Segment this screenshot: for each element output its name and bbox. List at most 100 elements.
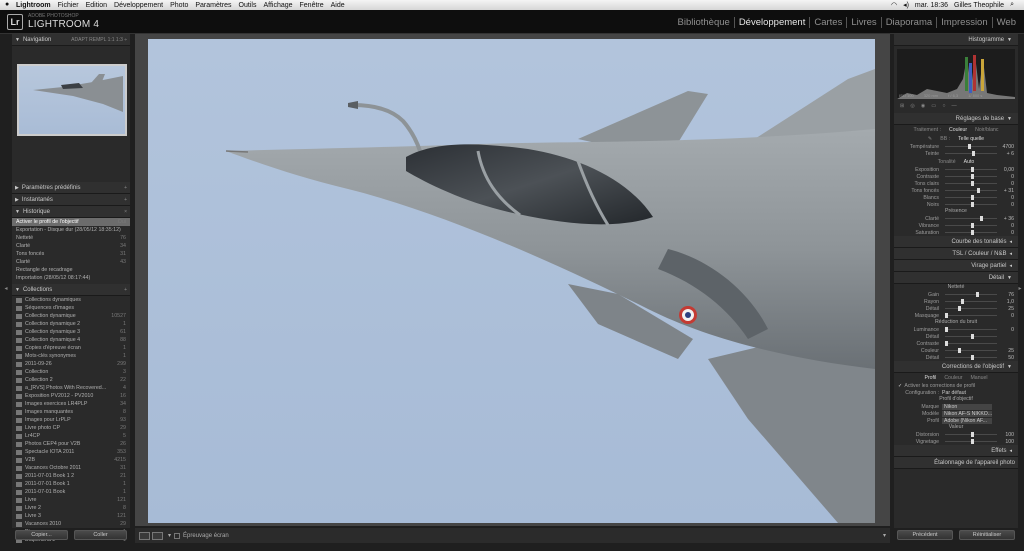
collection-item[interactable]: 2011-09-26 299 [12, 360, 130, 368]
slider-row[interactable]: Teinte + 6 [894, 150, 1018, 157]
menu-photo[interactable]: Photo [170, 2, 188, 9]
slider-track[interactable] [945, 313, 997, 318]
slider-row[interactable]: Rayon 1,0 [894, 298, 1018, 305]
enable-profile-row[interactable]: ✓ Activer les corrections de profil [894, 382, 1018, 389]
collection-item[interactable]: Images pour LrPLP 93 [12, 416, 130, 424]
auto-tone-button[interactable]: Auto [964, 159, 975, 165]
slider-row[interactable]: Température 4700 [894, 143, 1018, 150]
slider-track[interactable] [945, 292, 997, 297]
collection-item[interactable]: 2011-07-01 Book 1 1 [12, 480, 130, 488]
effects-header[interactable]: Effets ◂ [894, 445, 1018, 457]
slider-track[interactable] [945, 151, 997, 156]
slider-value[interactable]: 0 [1000, 195, 1014, 201]
basic-header[interactable]: Réglages de base ▼ [894, 113, 1018, 125]
lens-tab-manual[interactable]: Manuel [970, 375, 987, 381]
menu-develop[interactable]: Développement [114, 2, 163, 9]
slider-value[interactable]: 4700 [1000, 144, 1014, 150]
module-slideshow[interactable]: Diaporama [882, 17, 938, 28]
slider-thumb[interactable] [945, 327, 948, 332]
slider-thumb[interactable] [971, 223, 974, 228]
apple-icon[interactable]: ● [5, 1, 9, 8]
slider-thumb[interactable] [971, 195, 974, 200]
slider-track[interactable] [945, 167, 997, 172]
collection-item[interactable]: Images manquantes 8 [12, 408, 130, 416]
presets-header[interactable]: ▶ Paramètres prédéfinis + [12, 182, 130, 194]
menu-view[interactable]: Affichage [263, 2, 292, 9]
menu-edit[interactable]: Edition [86, 2, 107, 9]
radial-filter-icon[interactable]: ○ [942, 103, 945, 109]
clear-history-icon[interactable]: × [124, 209, 127, 215]
slider-row[interactable]: Détail [894, 333, 1018, 340]
slider-value[interactable]: 0,00 [1000, 167, 1014, 173]
navigator-zoom-options[interactable]: ADAPT REMPL 1:1 1:3 ÷ [71, 37, 127, 43]
slider-row[interactable]: Masquage 0 [894, 312, 1018, 319]
graduated-filter-icon[interactable]: ▭ [931, 103, 936, 109]
slider-row[interactable]: Clarté + 36 [894, 215, 1018, 222]
slider-value[interactable]: 0 [1000, 313, 1014, 319]
add-collection-icon[interactable]: + [124, 287, 127, 293]
redeye-icon[interactable]: ◉ [921, 103, 926, 109]
slider-track[interactable] [945, 341, 997, 346]
collection-item[interactable]: Séquences d'images [12, 304, 130, 312]
treatment-bw[interactable]: Noir/blanc [975, 127, 998, 133]
history-header[interactable]: ▼ Historique × [12, 206, 130, 218]
slider-thumb[interactable] [971, 355, 974, 360]
slider-track[interactable] [945, 223, 997, 228]
module-web[interactable]: Web [993, 17, 1020, 28]
slider-track[interactable] [945, 334, 997, 339]
collection-item[interactable]: Photos CEP4 pour V2B 26 [12, 440, 130, 448]
spotlight-icon[interactable]: ⌕ [1010, 1, 1014, 9]
profile-select[interactable]: Adobe (Nikon AF... [942, 417, 992, 424]
slider-track[interactable] [945, 144, 997, 149]
slider-row[interactable]: Contraste 0 [894, 173, 1018, 180]
slider-track[interactable] [945, 174, 997, 179]
slider-thumb[interactable] [976, 292, 980, 297]
slider-value[interactable]: 0 [1000, 202, 1014, 208]
slider-value[interactable]: 25 [1000, 306, 1014, 312]
history-item[interactable]: Importation (28/05/12 08:17:44) [12, 274, 130, 282]
slider-value[interactable]: 25 [1000, 348, 1014, 354]
enable-profile-checkbox[interactable]: ✓ [898, 383, 902, 389]
slider-row[interactable]: Détail 50 [894, 354, 1018, 361]
loupe-view-icon[interactable] [139, 531, 150, 540]
slider-thumb[interactable] [980, 216, 984, 221]
slider-value[interactable]: + 31 [1000, 188, 1014, 194]
slider-value[interactable]: 100 [1000, 432, 1014, 438]
left-panel-toggle-icon[interactable]: ◂ [2, 285, 10, 292]
lens-tab-profile[interactable]: Profil [924, 375, 936, 381]
history-item[interactable]: Clarté 43 [12, 258, 130, 266]
make-select[interactable]: Nikon [942, 403, 992, 410]
slider-track[interactable] [945, 299, 997, 304]
collection-item[interactable]: Collection 3 [12, 368, 130, 376]
history-item[interactable]: Clarté 34 [12, 242, 130, 250]
loupe-view[interactable] [135, 34, 890, 526]
slider-track[interactable] [945, 348, 997, 353]
slider-track[interactable] [945, 355, 997, 360]
menu-lightroom[interactable]: Lightroom [16, 2, 51, 9]
history-item[interactable]: Tons foncés 31 [12, 250, 130, 258]
slider-thumb[interactable] [971, 432, 974, 437]
menu-file[interactable]: Fichier [58, 2, 79, 9]
soft-proof-checkbox[interactable] [174, 532, 181, 539]
slider-value[interactable]: 76 [1000, 292, 1014, 298]
slider-value[interactable]: 0 [1000, 223, 1014, 229]
slider-track[interactable] [945, 230, 997, 235]
slider-value[interactable]: 0 [1000, 230, 1014, 236]
slider-value[interactable]: 50 [1000, 355, 1014, 361]
slider-thumb[interactable] [977, 188, 981, 193]
volume-icon[interactable]: ◂) [903, 1, 909, 9]
history-item[interactable]: Rectangle de recadrage [12, 266, 130, 274]
collection-item[interactable]: Livre photo CP 29 [12, 424, 130, 432]
slider-value[interactable]: 0 [1000, 174, 1014, 180]
collections-header[interactable]: ▼ Collections + [12, 284, 130, 296]
slider-row[interactable]: Gain 76 [894, 291, 1018, 298]
slider-thumb[interactable] [958, 348, 961, 353]
slider-row[interactable]: Noirs 0 [894, 201, 1018, 208]
slider-thumb[interactable] [945, 313, 948, 318]
menubar-user[interactable]: Gilles Theophile [954, 2, 1004, 9]
config-select[interactable]: Par défaut [942, 390, 966, 396]
collection-item[interactable]: Collection dynamique 3 61 [12, 328, 130, 336]
module-print[interactable]: Impression [937, 17, 993, 28]
slider-value[interactable]: + 6 [1000, 151, 1014, 157]
slider-value[interactable]: 100 [1000, 439, 1014, 445]
